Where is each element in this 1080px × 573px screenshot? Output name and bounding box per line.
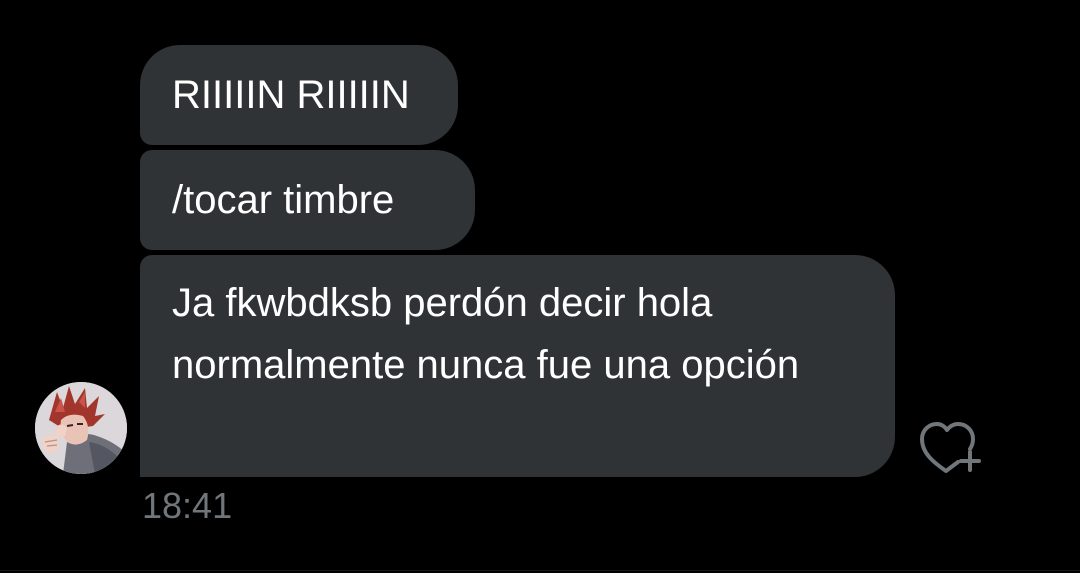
avatar-image: [35, 382, 127, 474]
heart-add-icon[interactable]: [916, 416, 982, 476]
message-timestamp: 18:41: [142, 485, 233, 526]
avatar[interactable]: [35, 382, 127, 474]
heart-add-icon-graphic: [920, 422, 981, 473]
divider: [0, 570, 1080, 571]
message-bubble[interactable]: /tocar timbre: [140, 150, 475, 250]
message-bubble[interactable]: RIIIIIN RIIIIIN: [140, 45, 458, 145]
message-bubble[interactable]: Ja fkwbdksb perdón decir hola normalment…: [140, 255, 895, 477]
message-text: /tocar timbre: [172, 178, 395, 222]
message-text: Ja fkwbdksb perdón decir hola normalment…: [172, 281, 800, 387]
message-text: RIIIIIN RIIIIIN: [172, 73, 410, 117]
